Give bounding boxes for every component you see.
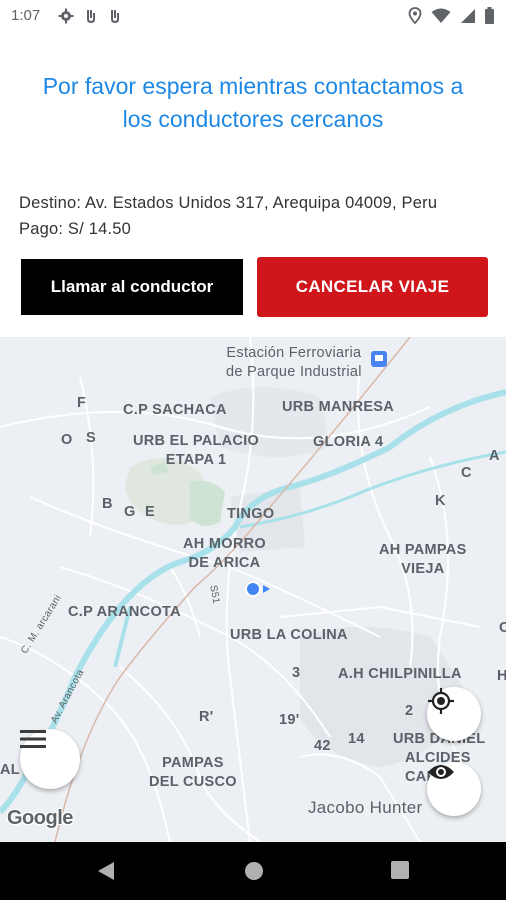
map-label-line: URB EL PALACIO: [133, 433, 260, 449]
waiting-message: Por favor espera mientras contactamos a …: [42, 73, 464, 132]
map-label-line: PAMPAS: [162, 755, 224, 771]
map-label: K: [435, 493, 446, 509]
map-label: F: [77, 395, 87, 411]
my-location-button[interactable]: [427, 687, 481, 741]
map-label: S51: [207, 584, 222, 605]
notification-icon: [87, 10, 95, 24]
google-logo: Google: [7, 807, 73, 829]
status-time: 1:07: [11, 7, 41, 24]
map-label: A: [489, 448, 500, 464]
eye-icon: [428, 765, 454, 779]
map-view[interactable]: Estación Ferroviaria de Parque Industria…: [0, 337, 506, 842]
map-label: C.P SACHACA: [123, 402, 227, 418]
map-label: AH PAMPAS VIEJA: [379, 541, 467, 579]
menu-button[interactable]: [20, 729, 80, 789]
map-label: 14: [348, 731, 365, 747]
back-icon[interactable]: [96, 860, 116, 882]
call-driver-button[interactable]: Llamar al conductor: [21, 259, 243, 315]
destination-value: Av. Estados Unidos 317, Arequipa 04009, …: [85, 194, 438, 212]
map-label: 2: [405, 703, 414, 719]
map-label-line: AH PAMPAS: [379, 542, 467, 558]
map-label: O: [61, 432, 73, 448]
status-bar: 1:07: [0, 0, 506, 32]
map-label: C.P ARANCOTA: [68, 604, 181, 620]
recents-icon[interactable]: [390, 860, 410, 880]
map-label: Estación Ferroviaria de Parque Industria…: [226, 344, 362, 382]
map-label: URB EL PALACIO ETAPA 1: [133, 432, 259, 470]
map-label: Jacobo Hunter: [308, 798, 423, 817]
map-label: 42: [314, 738, 331, 754]
trip-info: Destino: Av. Estados Unidos 317, Arequip…: [19, 190, 437, 242]
map-label-line: DEL CUSCO: [149, 774, 237, 790]
map-label: B: [102, 496, 113, 512]
gear-icon: [58, 8, 74, 24]
map-label: H: [497, 668, 506, 684]
menu-icon: [20, 730, 46, 748]
visibility-button[interactable]: [427, 762, 481, 816]
status-icons-left: [58, 8, 122, 24]
map-label: C: [499, 620, 506, 636]
location-icon: [408, 7, 422, 24]
map-label: AL: [0, 762, 20, 778]
map-label: AH MORRO DE ARICA: [183, 535, 266, 573]
map-label-line: de Parque Industrial: [226, 364, 362, 380]
map-label: E: [145, 504, 155, 520]
map-label: URB LA COLINA: [230, 627, 348, 643]
map-label: A.H CHILPINILLA: [338, 666, 462, 682]
map-label: 19': [279, 712, 300, 728]
cancel-trip-button[interactable]: CANCELAR VIAJE: [257, 257, 488, 317]
map-label: TINGO: [227, 506, 275, 522]
destination-row: Destino: Av. Estados Unidos 317, Arequip…: [19, 190, 437, 216]
my-location-icon: [428, 688, 454, 714]
payment-row: Pago: S/ 14.50: [19, 216, 437, 242]
map-label: URB MANRESA: [282, 399, 395, 415]
destination-label: Destino:: [19, 194, 82, 212]
map-label: R': [199, 709, 214, 725]
payment-label: Pago:: [19, 220, 64, 238]
notification-icon: [111, 10, 119, 24]
map-label: 3: [292, 665, 301, 681]
map-label-line: DE ARICA: [188, 555, 261, 571]
system-nav-bar: [0, 842, 506, 900]
map-label-line: Estación Ferroviaria: [226, 345, 362, 361]
status-icons-right: [408, 7, 494, 24]
map-label: S: [86, 430, 96, 446]
map-label: PAMPAS DEL CUSCO: [149, 754, 237, 792]
map-label-line: ETAPA 1: [165, 452, 227, 468]
signal-icon: [461, 8, 475, 23]
map-label-line: AH MORRO: [183, 536, 266, 552]
map-label-line: VIEJA: [401, 561, 445, 577]
wifi-icon: [431, 8, 451, 23]
battery-icon: [485, 7, 494, 24]
trip-request-panel: Por favor espera mientras contactamos a …: [0, 32, 506, 337]
map-label: G: [124, 504, 136, 520]
map-label: C: [461, 465, 472, 481]
payment-value: S/ 14.50: [67, 220, 131, 238]
home-icon[interactable]: [243, 860, 265, 882]
map-label: GLORIA 4: [313, 434, 384, 450]
